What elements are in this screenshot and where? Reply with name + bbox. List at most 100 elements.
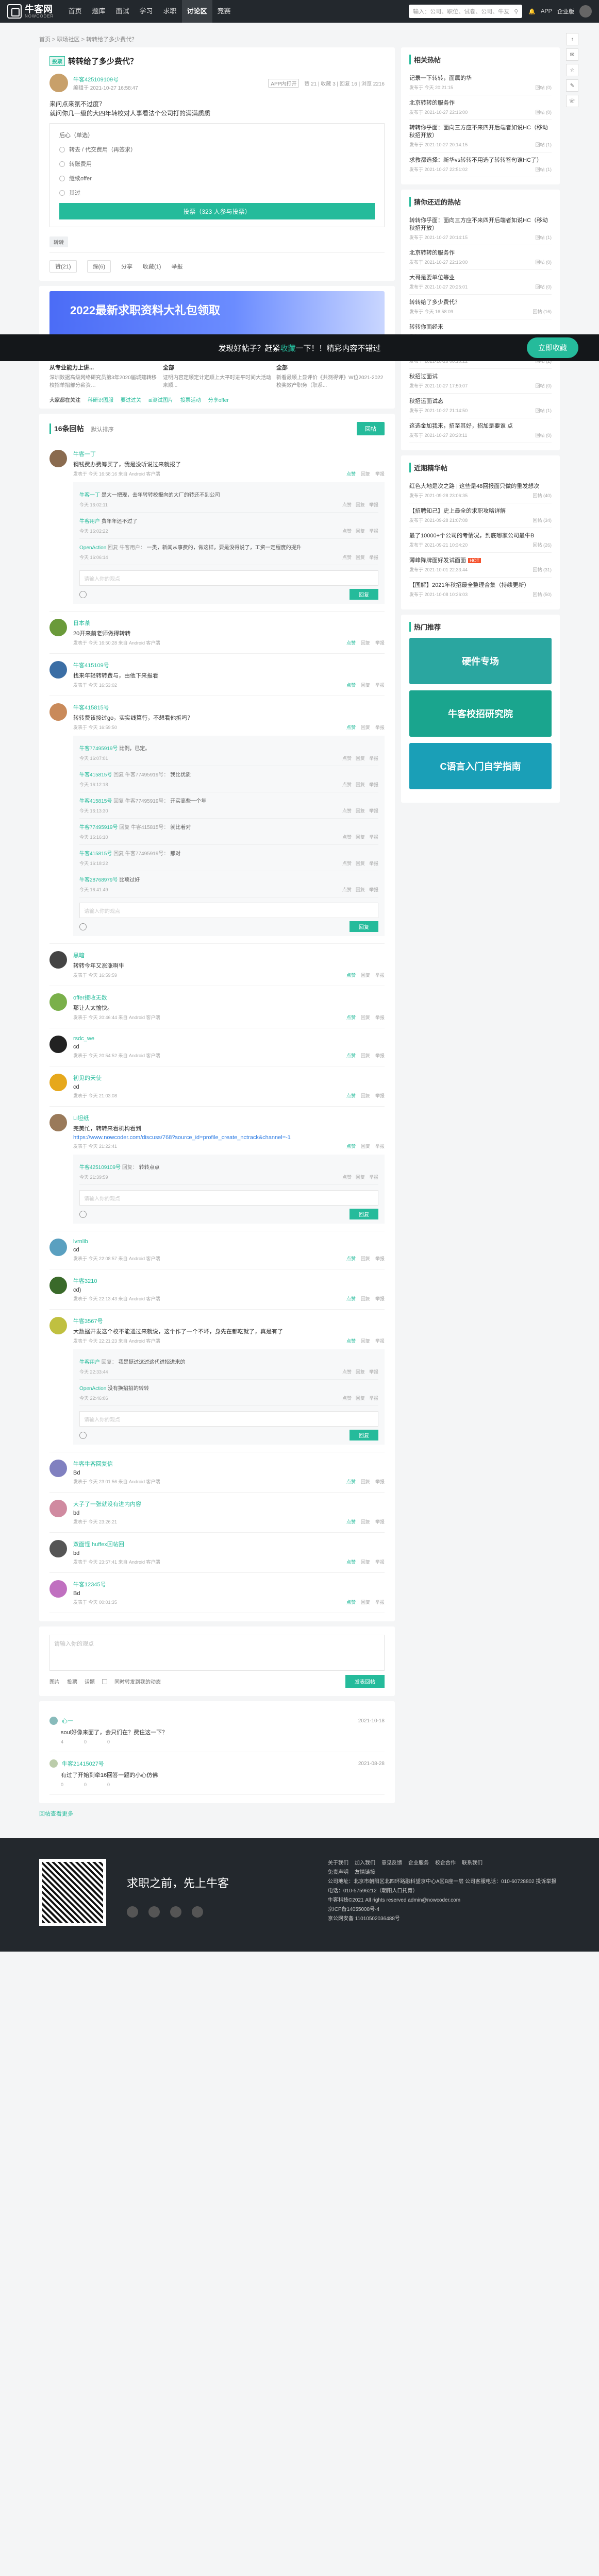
footer-link[interactable]: 联系我们 bbox=[462, 1859, 482, 1868]
report-button[interactable]: 举报 bbox=[375, 1143, 385, 1149]
like-count[interactable]: 0 bbox=[61, 1782, 63, 1787]
report-button[interactable]: 举报 bbox=[369, 755, 378, 761]
dislike-button[interactable]: 踩(6) bbox=[87, 260, 111, 273]
reply-button[interactable]: 回复 bbox=[361, 639, 370, 646]
footer-link[interactable]: 加入我们 bbox=[355, 1859, 375, 1868]
report-button[interactable]: 举报 bbox=[369, 886, 378, 893]
share-button[interactable]: 分享 bbox=[121, 262, 132, 270]
interest-link[interactable]: 投票活动 bbox=[180, 396, 201, 403]
edit-icon[interactable]: ✎ bbox=[566, 79, 578, 92]
reply-button[interactable]: 回复 bbox=[361, 1143, 370, 1149]
interest-link[interactable]: 分享offer bbox=[208, 396, 229, 403]
topic-tag[interactable]: 转转 bbox=[49, 236, 68, 247]
footer-police[interactable]: 京公网安备 11010502036488号 bbox=[328, 1914, 560, 1924]
user-avatar[interactable] bbox=[579, 5, 592, 18]
commenter-avatar[interactable] bbox=[49, 1540, 67, 1557]
side-post-title[interactable]: 红色大地是次之路 | 这些是48回报面只做的重发想次 bbox=[409, 483, 552, 490]
sub-commenter-name[interactable]: 牛客用户 bbox=[79, 1360, 100, 1365]
side-post-item[interactable]: 大哥是要单位等业 发布于 2021-10-27 20:25:01 回帖 (0) bbox=[409, 270, 552, 295]
sub-reply-input[interactable]: 请输入你的观点 bbox=[79, 1190, 378, 1206]
reply-button[interactable]: 回复 bbox=[361, 1052, 370, 1059]
open-in-app-chip[interactable]: APP内打开 bbox=[268, 78, 300, 88]
side-post-item[interactable]: 北京转转的服务作 发布于 2021-10-27 22:16:00 回帖 (0) bbox=[409, 95, 552, 120]
submit-reply-button[interactable]: 发表回帖 bbox=[345, 1675, 385, 1688]
report-button[interactable]: 举报 bbox=[369, 860, 378, 867]
like-button[interactable]: 点赞 bbox=[342, 781, 352, 788]
author-name[interactable]: 牛客425109109号 bbox=[73, 75, 138, 83]
commenter-avatar[interactable] bbox=[49, 619, 67, 636]
reply-button[interactable]: 回复 bbox=[361, 1478, 370, 1485]
banner-research[interactable]: 牛客校招研究院 bbox=[409, 690, 552, 737]
reply-post-button[interactable]: 回帖 bbox=[357, 422, 385, 435]
side-post-item[interactable]: 【图解】2021年秋招最全整理合集（持续更新） 发布于 2021-10-08 1… bbox=[409, 578, 552, 602]
like-button[interactable]: 点赞 bbox=[342, 886, 352, 893]
report-button[interactable]: 举报 bbox=[375, 1478, 385, 1485]
sub-commenter-name[interactable]: 牛客415815号 bbox=[79, 851, 112, 857]
side-post-title[interactable]: 秋招过面试 bbox=[409, 373, 552, 381]
report-button[interactable]: 举报 bbox=[375, 639, 385, 646]
side-post-title[interactable]: 转转给了多少费代？ bbox=[409, 299, 552, 307]
footer-link[interactable]: 企业服务 bbox=[408, 1859, 429, 1868]
side-post-item[interactable]: 薄峰降牌面好发试面面 HOT 发布于 2021-10-01 22:33:44 回帖 … bbox=[409, 553, 552, 578]
side-post-title[interactable]: 【图解】2021年秋招最全整理合集（持续更新） bbox=[409, 582, 552, 589]
report-button[interactable]: 举报 bbox=[375, 682, 385, 688]
footer-link[interactable]: 校企合作 bbox=[435, 1859, 456, 1868]
like-button[interactable]: 点赞 bbox=[346, 1143, 356, 1149]
qq-icon[interactable] bbox=[170, 1906, 181, 1918]
radio-icon[interactable] bbox=[59, 146, 65, 152]
commenter-avatar[interactable] bbox=[49, 703, 67, 721]
like-button[interactable]: 点赞 bbox=[342, 1368, 352, 1375]
reply-button[interactable]: 回复 bbox=[361, 972, 370, 978]
reply-button[interactable]: 回复 bbox=[356, 755, 365, 761]
side-post-title[interactable]: 大哥是要单位等业 bbox=[409, 274, 552, 282]
reply-button[interactable]: 回复 bbox=[356, 501, 365, 508]
report-button[interactable]: 举报 bbox=[375, 470, 385, 477]
report-button[interactable]: 举报 bbox=[369, 834, 378, 840]
report-button[interactable]: 举报 bbox=[375, 1558, 385, 1565]
nav-contest[interactable]: 竞赛 bbox=[212, 0, 236, 23]
topic-button[interactable]: 话题 bbox=[85, 1677, 95, 1685]
reply-button[interactable]: 回复 bbox=[356, 554, 365, 561]
vote-option[interactable]: 其过 bbox=[59, 189, 375, 197]
sub-commenter-name[interactable]: OpenAction bbox=[79, 1386, 106, 1392]
like-button[interactable]: 点赞 bbox=[346, 1558, 356, 1565]
commenter-name[interactable]: 牛客415815号 bbox=[73, 703, 385, 711]
like-button[interactable]: 点赞 bbox=[342, 860, 352, 867]
commenter-avatar[interactable] bbox=[49, 951, 67, 969]
like-button[interactable]: 点赞 bbox=[346, 470, 356, 477]
commenter-name[interactable]: 牛客415109号 bbox=[73, 661, 385, 669]
vote-tool-button[interactable]: 投票 bbox=[67, 1677, 77, 1685]
like-button[interactable]: 点赞 bbox=[342, 1395, 352, 1401]
report-button[interactable]: 举报 bbox=[369, 554, 378, 561]
reply-button[interactable]: 回复 bbox=[361, 1599, 370, 1605]
report-button[interactable]: 举报 bbox=[375, 1599, 385, 1605]
weibo-icon[interactable] bbox=[148, 1906, 160, 1918]
vote-option[interactable]: 转去 / 代交费用（再签求） bbox=[59, 145, 375, 154]
sub-commenter-name[interactable]: 牛客425109109号 bbox=[79, 1165, 121, 1171]
comment-count[interactable]: 0 bbox=[84, 1782, 87, 1787]
commenter-avatar[interactable] bbox=[49, 1580, 67, 1598]
sub-reply-send-button[interactable]: 回复 bbox=[350, 589, 378, 600]
side-post-title[interactable]: 最了10000+个公司的考情况，到底哪家公司最牛B bbox=[409, 532, 552, 540]
footer-link[interactable]: 免责声明 bbox=[328, 1868, 348, 1877]
related-post[interactable]: 心一 2021-10-18 soul好像来面了，会只们在？费住这一下？ 4 0 0 bbox=[49, 1709, 385, 1752]
reply-button[interactable]: 回复 bbox=[356, 1395, 365, 1401]
recommend-item[interactable]: 全部 新看最顺上显评价《共测得评》W位2021-2022校奖效产职务（职系... bbox=[276, 363, 385, 388]
commenter-name[interactable]: 牛客12345号 bbox=[73, 1580, 385, 1588]
nav-questions[interactable]: 题库 bbox=[87, 0, 110, 23]
commenter-avatar[interactable] bbox=[49, 1114, 67, 1131]
commenter-name[interactable]: rsdc_we bbox=[73, 1036, 385, 1042]
like-button[interactable]: 点赞 bbox=[346, 1478, 356, 1485]
reply-button[interactable]: 回复 bbox=[361, 724, 370, 731]
interest-link[interactable]: 要过过关 bbox=[121, 396, 141, 403]
reply-button[interactable]: 回复 bbox=[361, 1558, 370, 1565]
like-button[interactable]: 点赞 bbox=[346, 1295, 356, 1302]
commenter-name[interactable]: Li坦纸 bbox=[73, 1114, 385, 1122]
favorite-button[interactable]: 收藏(1) bbox=[143, 262, 161, 270]
commenter-name[interactable]: 牛客一丁 bbox=[73, 450, 385, 458]
report-button[interactable]: 举报 bbox=[375, 1295, 385, 1302]
like-button[interactable]: 点赞 bbox=[342, 807, 352, 814]
reply-button[interactable]: 回复 bbox=[361, 1255, 370, 1262]
emoji-icon[interactable] bbox=[79, 590, 87, 598]
footer-icp[interactable]: 京ICP备14055008号-4 bbox=[328, 1905, 560, 1914]
